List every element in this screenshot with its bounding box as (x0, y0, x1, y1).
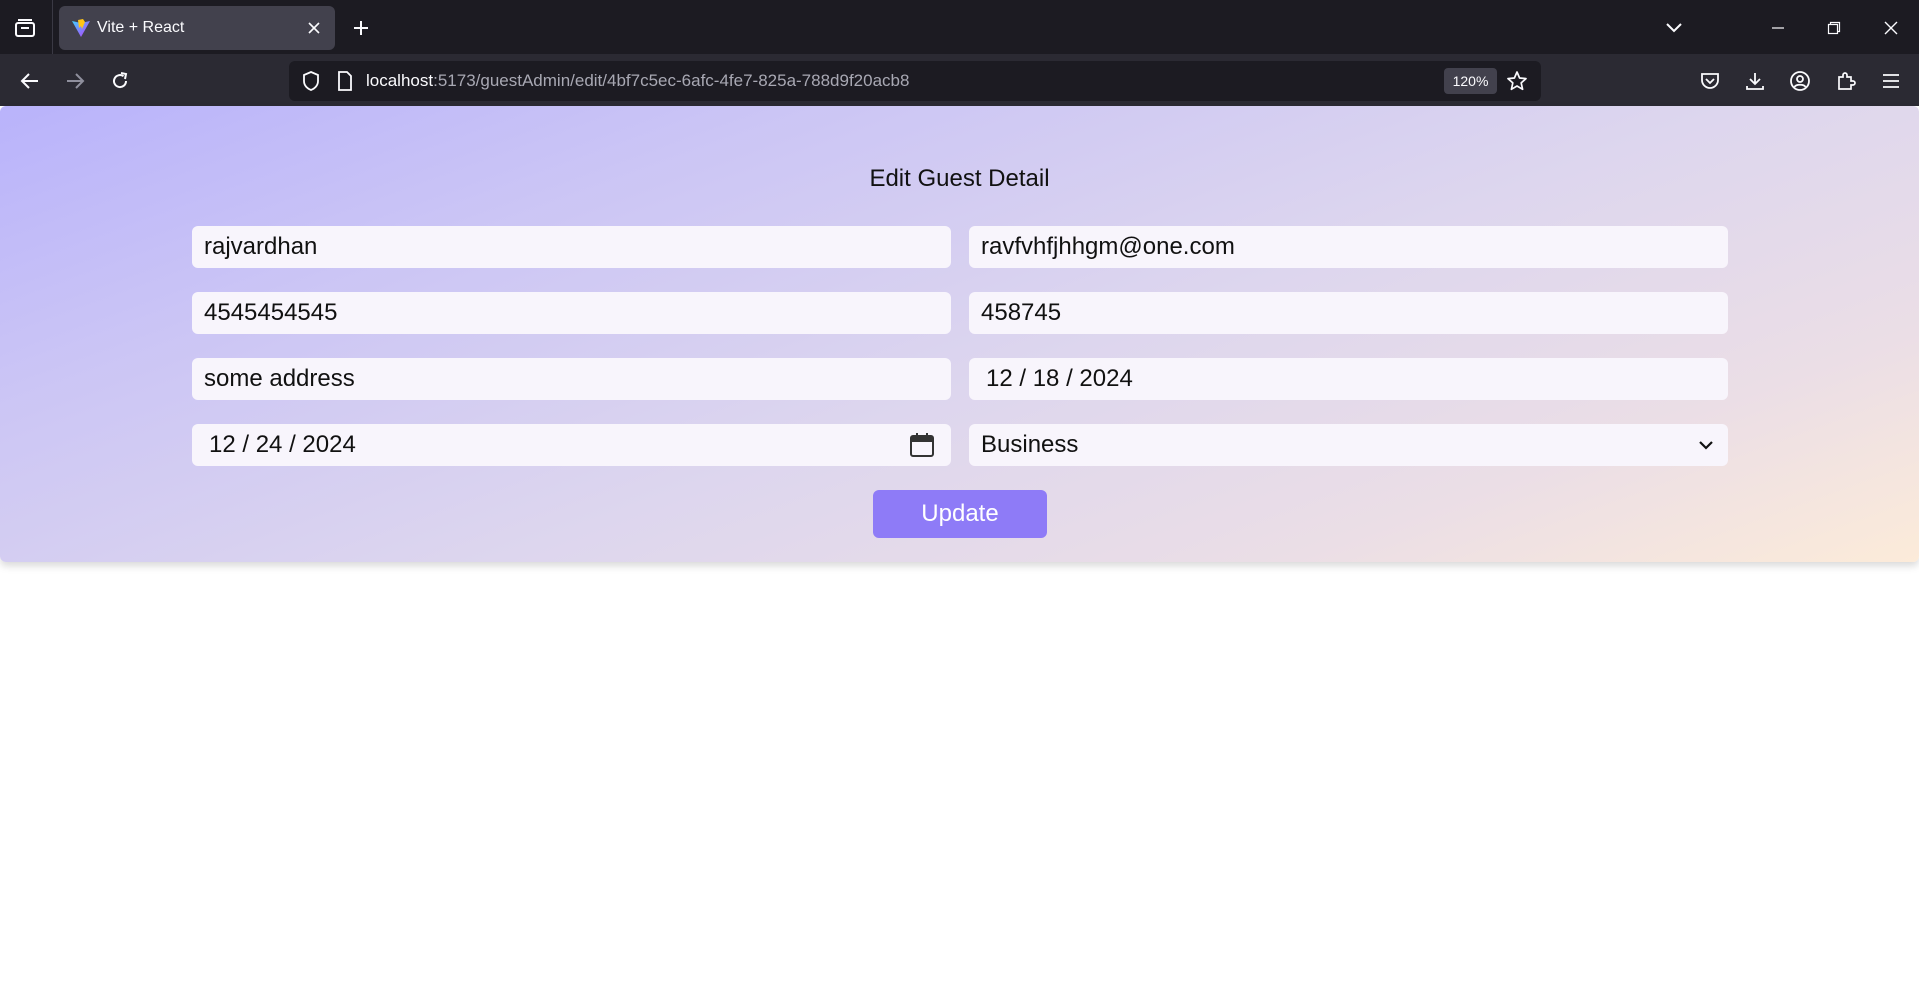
pocket-icon (1701, 73, 1719, 89)
back-button[interactable] (10, 61, 50, 101)
chevron-down-icon (1699, 441, 1713, 450)
extensions-icon (1838, 72, 1856, 90)
tab-title: Vite + React (97, 19, 185, 36)
email-input[interactable]: ravfvhfjhhgm@one.com (969, 226, 1728, 268)
url-text[interactable]: localhost:5173/guestAdmin/edit/4bf7c5ec-… (366, 71, 909, 91)
edit-guest-card: Edit Guest Detail rajvardhan ravfvhfjhhg… (0, 106, 1919, 562)
reload-icon (113, 72, 128, 89)
pocket-button[interactable] (1690, 61, 1730, 101)
url-bar[interactable]: localhost:5173/guestAdmin/edit/4bf7c5ec-… (289, 61, 1541, 101)
url-path: :5173/guestAdmin/edit/4bf7c5ec-6afc-4fe7… (433, 71, 910, 90)
tab-list-button[interactable] (8, 11, 42, 45)
check-out-date-value: 12 / 24 / 2024 (209, 431, 356, 458)
forward-icon (67, 73, 85, 89)
check-in-date-value: 12 / 18 / 2024 (986, 365, 1133, 392)
menu-icon (1883, 74, 1899, 88)
bookmark-button[interactable] (1502, 67, 1532, 95)
name-value: rajvardhan (204, 233, 318, 260)
url-host: localhost (366, 71, 434, 90)
browser-toolbar: localhost:5173/guestAdmin/edit/4bf7c5ec-… (0, 54, 1919, 106)
close-icon (308, 22, 320, 34)
calendar-icon[interactable] (909, 432, 935, 458)
list-all-tabs-button[interactable] (1652, 6, 1696, 50)
email-value: ravfvhfjhhgm@one.com (981, 233, 1235, 260)
download-icon (1746, 73, 1764, 90)
purpose-select[interactable]: Business (969, 424, 1728, 466)
app-menu-button[interactable] (1871, 61, 1911, 101)
downloads-button[interactable] (1735, 61, 1775, 101)
minimize-icon (1772, 27, 1784, 29)
name-input[interactable]: rajvardhan (192, 226, 951, 268)
vite-favicon-icon (72, 19, 90, 37)
chevron-down-icon (1666, 23, 1682, 33)
zoom-level-badge[interactable]: 120% (1444, 68, 1497, 94)
update-button[interactable]: Update (873, 490, 1047, 538)
tab-list-icon (15, 19, 35, 37)
account-icon (1790, 71, 1810, 91)
pincode-value: 458745 (981, 299, 1062, 326)
plus-icon (354, 21, 368, 35)
browser-tab-bar: Vite + React (0, 0, 1919, 54)
tab-close-button[interactable] (303, 17, 325, 39)
check-out-date-input[interactable]: 12 / 24 / 2024 (192, 424, 951, 466)
forward-button[interactable] (55, 61, 95, 101)
tab-separator (52, 0, 53, 54)
page-title: Edit Guest Detail (869, 165, 1050, 192)
reload-button[interactable] (100, 61, 140, 101)
shield-icon (303, 71, 319, 91)
account-button[interactable] (1780, 61, 1820, 101)
phone-input[interactable]: 4545454545 (192, 292, 951, 334)
tracking-protection-button[interactable] (299, 69, 323, 93)
address-value: some address (204, 365, 355, 392)
site-info-button[interactable] (333, 69, 357, 93)
star-icon (1507, 71, 1527, 91)
restore-icon (1827, 21, 1841, 35)
purpose-value: Business (981, 431, 1079, 458)
close-window-button[interactable] (1869, 6, 1913, 50)
new-tab-button[interactable] (344, 11, 378, 45)
extensions-button[interactable] (1826, 61, 1866, 101)
address-input[interactable]: some address (192, 358, 951, 400)
close-icon (1884, 21, 1898, 35)
page-icon (338, 71, 352, 91)
phone-value: 4545454545 (204, 299, 338, 326)
minimize-button[interactable] (1756, 6, 1800, 50)
back-icon (20, 73, 38, 89)
check-in-date-input[interactable]: 12 / 18 / 2024 (969, 358, 1728, 400)
restore-button[interactable] (1812, 6, 1856, 50)
browser-tab-active[interactable]: Vite + React (59, 6, 335, 50)
pincode-input[interactable]: 458745 (969, 292, 1728, 334)
